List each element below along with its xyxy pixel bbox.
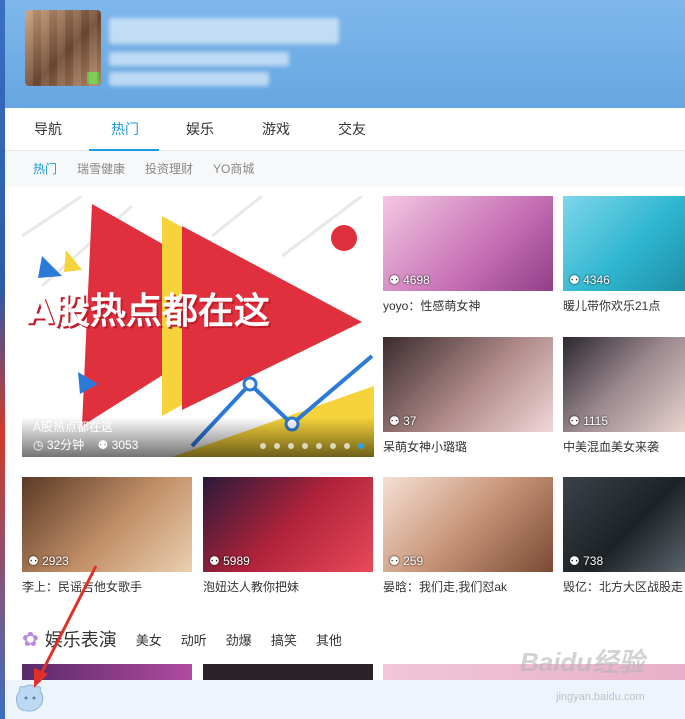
stream-card[interactable]: ⚉ 4346 暖儿带你欢乐21点 bbox=[563, 196, 685, 314]
stream-title: 中美混血美女来袭 bbox=[563, 440, 660, 454]
viewer-count: 37 bbox=[403, 414, 417, 428]
clock-icon: ◷ bbox=[33, 438, 44, 452]
sub-nav: 热门 瑞雪健康 投资理财 YO商城 bbox=[5, 151, 685, 187]
person-icon: ⚉ bbox=[569, 273, 580, 287]
section-title: 娱乐表演 bbox=[44, 630, 117, 650]
person-icon: ⚉ bbox=[28, 554, 39, 568]
banner-viewers: 3053 bbox=[111, 438, 139, 452]
stream-thumbnail: ⚉ 4346 bbox=[563, 196, 685, 291]
stream-thumbnail: ⚉ 4698 bbox=[383, 196, 553, 291]
tab-games[interactable]: 游戏 bbox=[249, 108, 303, 150]
user-level-blurred bbox=[109, 72, 269, 86]
person-icon: ⚉ bbox=[569, 554, 580, 568]
stream-title: 毁亿：北方大区战股走 bbox=[563, 580, 684, 594]
section-header: ✿ 娱乐表演 美女 动听 劲爆 搞笑 其他 bbox=[22, 624, 342, 654]
stream-title: 暖儿带你欢乐21点 bbox=[563, 299, 661, 313]
stream-title: 晏晗：我们走,我们怼ak bbox=[383, 580, 508, 594]
stream-card[interactable]: ⚉ 4698 yoyo：性感萌女神 bbox=[383, 196, 553, 314]
stream-title: 呆萌女神小璐璐 bbox=[383, 440, 468, 454]
carousel-dot[interactable] bbox=[330, 443, 336, 449]
banner-meta: ◷ 32分钟 ⚉ 3053 bbox=[33, 436, 138, 453]
main-nav: 导航 热门 娱乐 游戏 交友 bbox=[5, 108, 685, 151]
viewer-count: 4698 bbox=[403, 273, 430, 287]
viewer-count: 4346 bbox=[583, 273, 610, 287]
carousel-dot[interactable] bbox=[288, 443, 294, 449]
mascot-icon[interactable] bbox=[14, 683, 46, 713]
stream-card[interactable]: ⚉ 738 毁亿：北方大区战股走 bbox=[563, 477, 685, 595]
profile-header bbox=[5, 0, 685, 108]
carousel-dot[interactable] bbox=[316, 443, 322, 449]
stream-card[interactable]: ⚉ 5989 泡妞达人教你把妹 bbox=[203, 477, 373, 595]
tab-hot[interactable]: 热门 bbox=[95, 108, 155, 150]
viewer-count: 738 bbox=[583, 554, 604, 568]
category-music[interactable]: 动听 bbox=[181, 630, 207, 649]
stream-title: yoyo：性感萌女神 bbox=[383, 299, 481, 313]
category-beauty[interactable]: 美女 bbox=[136, 630, 162, 649]
banner-headline: A股热点都在这 bbox=[26, 291, 270, 332]
user-id-blurred bbox=[109, 52, 289, 66]
person-icon: ⚉ bbox=[209, 554, 220, 568]
banner-duration: 32分钟 bbox=[46, 438, 85, 452]
tab-entertainment[interactable]: 娱乐 bbox=[173, 108, 227, 150]
stream-card[interactable]: ⚉ 259 晏晗：我们走,我们怼ak bbox=[383, 477, 553, 595]
person-icon: ⚉ bbox=[389, 554, 400, 568]
carousel-dot[interactable] bbox=[260, 443, 266, 449]
username-blurred bbox=[109, 18, 339, 44]
category-other[interactable]: 其他 bbox=[316, 630, 342, 649]
carousel-dot[interactable] bbox=[274, 443, 280, 449]
person-icon: ⚉ bbox=[97, 438, 109, 452]
stream-card[interactable]: ⚉ 2923 李上：民谣吉他女歌手 bbox=[22, 477, 192, 595]
stream-thumbnail: ⚉ 738 bbox=[563, 477, 685, 572]
stream-thumbnail: ⚉ 1115 bbox=[563, 337, 685, 432]
person-icon: ⚉ bbox=[389, 414, 400, 428]
stream-thumbnail: ⚉ 259 bbox=[383, 477, 553, 572]
carousel-dot-active[interactable] bbox=[358, 443, 364, 449]
carousel-dot[interactable] bbox=[302, 443, 308, 449]
subnav-finance[interactable]: 投资理财 bbox=[145, 151, 193, 187]
online-status-icon bbox=[87, 72, 99, 84]
stream-thumbnail: ⚉ 37 bbox=[383, 337, 553, 432]
banner-caption-title: A股热点都在这 bbox=[33, 420, 114, 434]
category-hot[interactable]: 劲爆 bbox=[226, 630, 252, 649]
stream-thumbnail: ⚉ 2923 bbox=[22, 477, 192, 572]
subnav-hot[interactable]: 热门 bbox=[33, 151, 57, 187]
person-icon: ⚉ bbox=[569, 414, 580, 428]
stream-title: 泡妞达人教你把妹 bbox=[203, 580, 300, 594]
watermark-url: jingyan.baidu.com bbox=[556, 691, 645, 703]
featured-banner[interactable]: A股热点都在这 A股热点都在这 ◷ 32分钟 ⚉ 3053 bbox=[22, 196, 374, 457]
viewer-count: 2923 bbox=[42, 554, 69, 568]
viewer-count: 259 bbox=[403, 554, 424, 568]
stream-card[interactable]: ⚉ 1115 中美混血美女来袭 bbox=[563, 337, 685, 455]
carousel-dots bbox=[260, 443, 364, 449]
watermark-logo: Baidu经验 bbox=[520, 647, 645, 677]
viewer-count: 1115 bbox=[583, 414, 609, 428]
avatar[interactable] bbox=[25, 10, 101, 86]
tab-social[interactable]: 交友 bbox=[325, 108, 379, 150]
category-funny[interactable]: 搞笑 bbox=[271, 630, 297, 649]
carousel-dot[interactable] bbox=[344, 443, 350, 449]
person-icon: ⚉ bbox=[389, 273, 400, 287]
stream-title: 李上：民谣吉他女歌手 bbox=[22, 580, 143, 594]
tab-nav[interactable]: 导航 bbox=[21, 108, 75, 150]
viewer-count: 5989 bbox=[223, 554, 250, 568]
stream-card[interactable]: ⚉ 37 呆萌女神小璐璐 bbox=[383, 337, 553, 455]
stream-thumbnail: ⚉ 5989 bbox=[203, 477, 373, 572]
star-icon: ✿ bbox=[22, 628, 39, 651]
subnav-health[interactable]: 瑞雪健康 bbox=[77, 151, 125, 187]
subnav-shop[interactable]: YO商城 bbox=[213, 151, 254, 187]
